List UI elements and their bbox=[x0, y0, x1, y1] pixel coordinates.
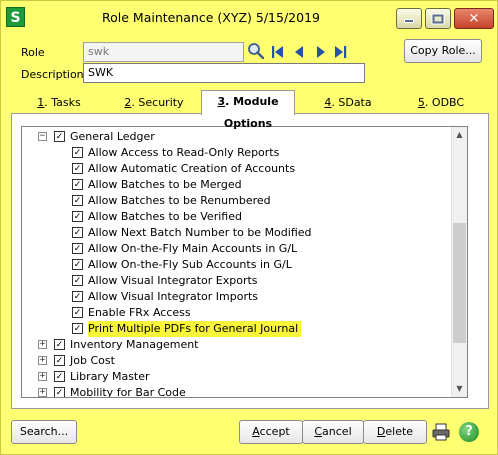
expand-icon[interactable]: + bbox=[38, 372, 47, 381]
tree-option-item[interactable]: ✓ Print Multiple PDFs for General Journal bbox=[22, 321, 452, 337]
role-field[interactable]: swk bbox=[83, 42, 244, 62]
nav-first-icon[interactable] bbox=[269, 44, 287, 60]
minimize-icon bbox=[404, 19, 414, 24]
role-label: Role bbox=[21, 46, 45, 59]
tree-option-item[interactable]: ✓ Allow Next Batch Number to be Modified bbox=[22, 225, 452, 241]
checkbox[interactable]: ✓ bbox=[54, 387, 65, 397]
checkbox[interactable]: ✓ bbox=[54, 131, 65, 142]
tree-option-item[interactable]: ✓ Allow Batches to be Verified bbox=[22, 209, 452, 225]
checkbox[interactable]: ✓ bbox=[72, 259, 83, 270]
tree-module-node[interactable]: + ✓ Library Master bbox=[22, 369, 452, 385]
scroll-down-icon[interactable]: ▼ bbox=[452, 381, 467, 397]
tree-option-item[interactable]: ✓ Allow Visual Integrator Exports bbox=[22, 273, 452, 289]
tree-option-item[interactable]: ✓ Allow On-the-Fly Sub Accounts in G/L bbox=[22, 257, 452, 273]
window-title: Role Maintenance (XYZ) 5/15/2019 bbox=[102, 10, 320, 25]
tree-module-node[interactable]: + ✓ Job Cost bbox=[22, 353, 452, 369]
tree-item-label: Enable FRx Access bbox=[88, 306, 191, 319]
description-field[interactable]: SWK bbox=[83, 63, 365, 83]
tree-item-label: Allow Batches to be Merged bbox=[88, 178, 242, 191]
tree-item-label: Allow Visual Integrator Exports bbox=[88, 274, 258, 287]
checkbox[interactable]: ✓ bbox=[72, 163, 83, 174]
tab-tasks[interactable]: 1. Tasks bbox=[35, 94, 83, 114]
tree-option-item[interactable]: ✓ Allow Access to Read-Only Reports bbox=[22, 145, 452, 161]
maximize-icon bbox=[431, 13, 445, 24]
cancel-button[interactable]: Cancel bbox=[302, 420, 364, 444]
tree-module-node[interactable]: + ✓ Inventory Management bbox=[22, 337, 452, 353]
checkbox[interactable]: ✓ bbox=[72, 211, 83, 222]
accept-button[interactable]: Accept bbox=[239, 420, 303, 444]
tree-item-label: Job Cost bbox=[70, 354, 115, 367]
module-options-tree: − ✓ General Ledger ✓ Allow Access to Read-On… bbox=[21, 126, 468, 398]
checkbox[interactable]: ✓ bbox=[72, 323, 83, 334]
search-button[interactable]: Search... bbox=[11, 420, 77, 444]
checkbox[interactable]: ✓ bbox=[54, 339, 65, 350]
title-bar: S Role Maintenance (XYZ) 5/15/2019 ✕ bbox=[1, 1, 497, 35]
checkbox[interactable]: ✓ bbox=[72, 275, 83, 286]
tab-security-events[interactable]: 2. Security Events bbox=[106, 94, 202, 127]
nav-prev-icon[interactable] bbox=[291, 44, 309, 60]
tree-option-item[interactable]: ✓ Allow Batches to be Merged bbox=[22, 177, 452, 193]
tree-item-label: Library Master bbox=[70, 370, 150, 383]
tree-item-label: Allow On-the-Fly Main Accounts in G/L bbox=[88, 242, 298, 255]
help-icon[interactable]: ? bbox=[459, 422, 479, 442]
tree-item-label: Allow Batches to be Renumbered bbox=[88, 194, 271, 207]
description-label: Description bbox=[21, 68, 84, 81]
checkbox[interactable]: ✓ bbox=[54, 355, 65, 366]
tree-item-label: Allow Batches to be Verified bbox=[88, 210, 242, 223]
copy-role-button[interactable]: Copy Role... bbox=[404, 39, 482, 63]
close-icon: ✕ bbox=[468, 11, 480, 26]
checkbox[interactable]: ✓ bbox=[72, 147, 83, 158]
expand-icon[interactable]: + bbox=[38, 340, 47, 349]
close-button[interactable]: ✕ bbox=[454, 8, 494, 29]
tree-item-label: Print Multiple PDFs for General Journal bbox=[88, 321, 302, 337]
scroll-up-icon[interactable]: ▲ bbox=[452, 127, 467, 143]
checkbox[interactable]: ✓ bbox=[72, 243, 83, 254]
nav-next-icon[interactable] bbox=[311, 44, 329, 60]
tree-option-item[interactable]: ✓ Enable FRx Access bbox=[22, 305, 452, 321]
role-maintenance-window: S Role Maintenance (XYZ) 5/15/2019 ✕ Rol… bbox=[0, 0, 498, 455]
printer-icon[interactable] bbox=[431, 422, 451, 442]
nav-last-icon[interactable] bbox=[331, 44, 349, 60]
tree-module-node[interactable]: + ✓ Mobility for Bar Code bbox=[22, 385, 452, 398]
checkbox[interactable]: ✓ bbox=[54, 371, 65, 382]
tab-odbc-security[interactable]: 5. ODBC Security bbox=[395, 94, 487, 127]
expand-icon[interactable]: + bbox=[38, 388, 47, 397]
tab-module-options[interactable]: 3. Module Options bbox=[201, 90, 295, 130]
collapse-icon[interactable]: − bbox=[38, 132, 47, 141]
minimize-button[interactable] bbox=[396, 8, 422, 29]
tab-bar: 1. Tasks 2. Security Events 3. Module Op… bbox=[11, 90, 489, 130]
tree-item-label: Inventory Management bbox=[70, 338, 199, 351]
magnifier-icon[interactable] bbox=[247, 42, 265, 60]
tree-item-label: Allow Next Batch Number to be Modified bbox=[88, 226, 312, 239]
tab-sdata-security[interactable]: 4. SData Security bbox=[302, 94, 394, 127]
tree-option-item[interactable]: ✓ Allow Automatic Creation of Accounts bbox=[22, 161, 452, 177]
scroll-thumb[interactable] bbox=[453, 223, 466, 343]
maximize-button[interactable] bbox=[425, 8, 451, 29]
tree-option-item[interactable]: ✓ Allow Batches to be Renumbered bbox=[22, 193, 452, 209]
tree-item-label: Mobility for Bar Code bbox=[70, 386, 186, 398]
tree-option-item[interactable]: ✓ Allow On-the-Fly Main Accounts in G/L bbox=[22, 241, 452, 257]
tree-item-label: Allow Visual Integrator Imports bbox=[88, 290, 259, 303]
tree-item-label: Allow Access to Read-Only Reports bbox=[88, 146, 280, 159]
tree-item-label: General Ledger bbox=[70, 130, 155, 143]
checkbox[interactable]: ✓ bbox=[72, 195, 83, 206]
tree-item-label: Allow Automatic Creation of Accounts bbox=[88, 162, 296, 175]
tree-item-label: Allow On-the-Fly Sub Accounts in G/L bbox=[88, 258, 292, 271]
checkbox[interactable]: ✓ bbox=[72, 291, 83, 302]
expand-icon[interactable]: + bbox=[38, 356, 47, 365]
tree-option-item[interactable]: ✓ Allow Visual Integrator Imports bbox=[22, 289, 452, 305]
vertical-scrollbar[interactable]: ▲ ▼ bbox=[451, 127, 467, 397]
checkbox[interactable]: ✓ bbox=[72, 307, 83, 318]
checkbox[interactable]: ✓ bbox=[72, 179, 83, 190]
checkbox[interactable]: ✓ bbox=[72, 227, 83, 238]
delete-button[interactable]: Delete bbox=[363, 420, 427, 444]
